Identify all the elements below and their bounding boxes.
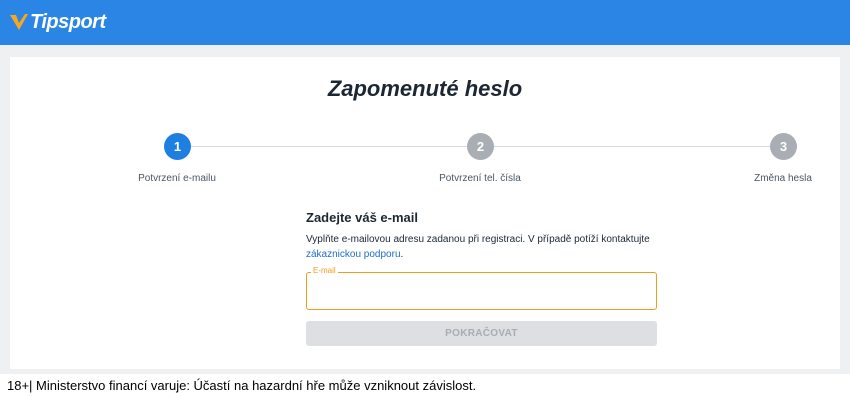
support-link[interactable]: zákaznickou podporu — [306, 249, 401, 260]
description-end: . — [400, 249, 404, 260]
step-1-label: Potvrzení e-mailu — [138, 173, 216, 184]
step-1-indicator: 1 — [164, 133, 191, 160]
step-3-indicator: 3 — [770, 133, 797, 160]
step-connector-2 — [494, 146, 770, 147]
continue-button[interactable]: POKRAČOVAT — [306, 321, 657, 346]
step-2-indicator: 2 — [467, 133, 494, 160]
brand-name: Tipsport — [30, 10, 106, 33]
form-heading: Zadejte váš e-mail — [306, 210, 418, 225]
gambling-warning: 18+| Ministerstvo financí varuje: Účastí… — [7, 378, 477, 393]
page-title: Zapomenuté heslo — [327, 76, 523, 101]
step-3-label: Změna hesla — [754, 173, 812, 184]
tipsport-logo[interactable]: Tipsport — [9, 9, 106, 35]
tipsport-check-icon — [10, 14, 28, 30]
step-connector-1 — [191, 146, 467, 147]
step-2-label: Potvrzení tel. čísla — [439, 173, 521, 184]
description-text: Vyplňte e-mailovou adresu zadanou při re… — [306, 234, 650, 245]
email-field-label: E-mail — [311, 266, 338, 275]
form-description: Vyplňte e-mailovou adresu zadanou při re… — [306, 232, 656, 262]
top-bar: Tipsport — [0, 0, 850, 45]
email-input[interactable] — [308, 284, 654, 308]
